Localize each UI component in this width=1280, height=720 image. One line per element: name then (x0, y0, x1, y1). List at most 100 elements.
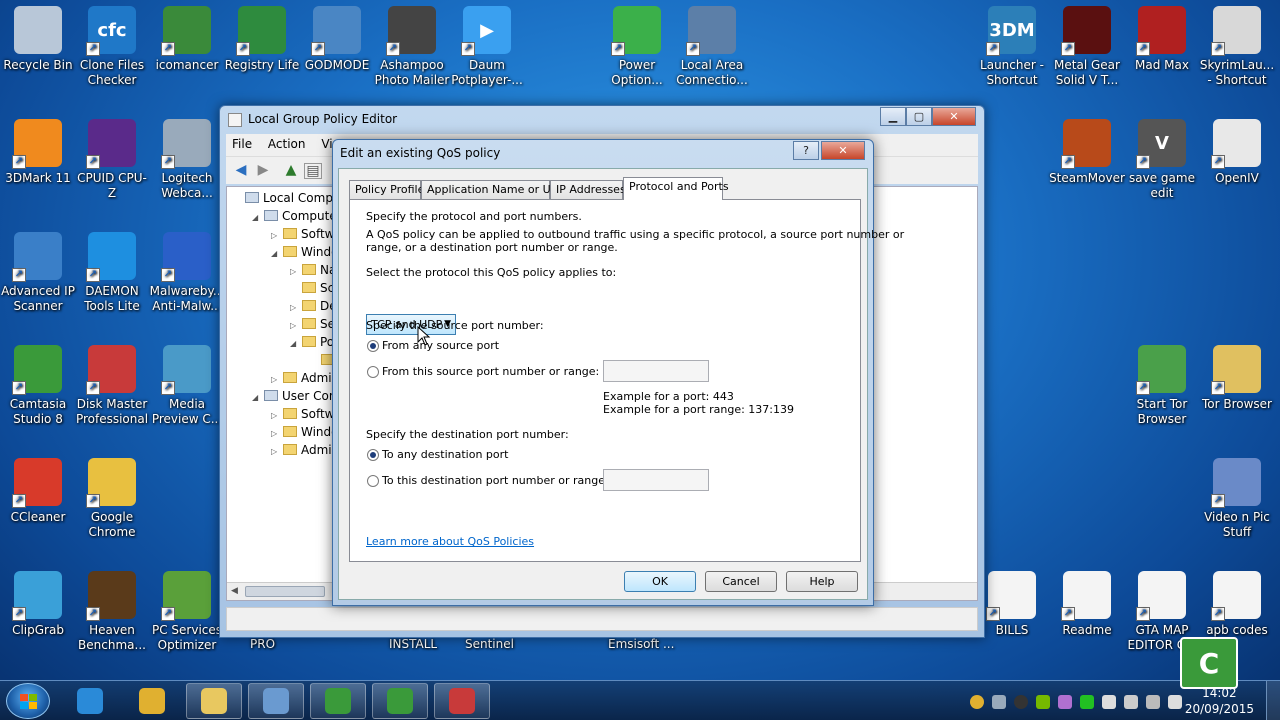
desktop-icon-gta-save[interactable]: V ↗ save game edit (1124, 119, 1200, 201)
learn-more-link[interactable]: Learn more about QoS Policies (366, 535, 534, 548)
collapse-arrow-icon[interactable]: ◢ (271, 245, 281, 263)
menu-file[interactable]: File (226, 134, 258, 154)
forward-icon[interactable]: ▶ (254, 163, 272, 179)
collapse-arrow-icon[interactable]: ◢ (252, 209, 262, 227)
chrome-tray-icon[interactable] (970, 695, 984, 709)
start-button[interactable] (6, 683, 50, 719)
desktop-icon-readme[interactable]: ↗ Readme (1049, 571, 1125, 638)
desktop-icon-recycle-bin[interactable]: Recycle Bin (0, 6, 76, 73)
desktop-icon-mad-max[interactable]: ↗ Mad Max (1124, 6, 1200, 73)
desktop-icon-ccleaner[interactable]: ↗ CCleaner (0, 458, 76, 525)
steam-tray-icon[interactable] (1014, 695, 1028, 709)
desktop-icon-partial-label[interactable]: PRO (250, 637, 275, 652)
tree-node[interactable]: ▷Dep (290, 297, 333, 315)
up-folder-icon[interactable]: ▲ (282, 163, 300, 179)
tab-ip-addresses[interactable]: IP Addresses (550, 180, 626, 199)
tab-protocol-and-ports[interactable]: Protocol and Ports (623, 177, 729, 200)
taskbar-button-chrome[interactable] (124, 683, 180, 719)
maximize-button[interactable]: ▢ (906, 107, 932, 126)
collapse-arrow-icon[interactable]: ◢ (290, 335, 300, 353)
volume-tray-icon[interactable] (1168, 695, 1182, 709)
desktop-icon-logitech[interactable]: ↗ Logitech Webca... (149, 119, 225, 201)
desktop-icon-icomancer[interactable]: ↗ icomancer (149, 6, 225, 73)
taskbar-button-camtasia2[interactable] (372, 683, 428, 719)
nvidia-tray-icon[interactable] (1036, 695, 1050, 709)
tree-node[interactable]: ▷Adminis (271, 441, 333, 459)
desktop-icon-chrome[interactable]: ↗ Google Chrome (74, 458, 150, 540)
dest-port-input[interactable] (603, 469, 709, 491)
taskbar-button-toolbox[interactable] (434, 683, 490, 719)
desktop-icon-launcher[interactable]: 3DM ↗ Launcher - Shortcut (974, 6, 1050, 88)
desktop-icon-malwarebytes[interactable]: ↗ Malwareby... Anti-Malw... (149, 232, 225, 314)
tree-node[interactable]: ◢ Window (271, 243, 333, 261)
source-any-radio[interactable] (367, 340, 379, 352)
tree-node[interactable]: ▷Softwar (271, 405, 333, 423)
dialog-help-icon[interactable]: ? (793, 141, 819, 160)
taskbar-button-camtasia1[interactable] (310, 683, 366, 719)
dest-any-label[interactable]: To any destination port (382, 448, 508, 461)
source-any-label[interactable]: From any source port (382, 339, 499, 352)
tree-node[interactable]: ▷Adminis (271, 369, 333, 387)
desktop-icon-partial-label[interactable]: Emsisoft ... (608, 637, 674, 652)
feather-tray-icon[interactable] (1058, 695, 1072, 709)
dest-specific-radio[interactable] (367, 475, 379, 487)
desktop-icon-disk-master[interactable]: ↗ Disk Master Professional (74, 345, 150, 427)
tree-node[interactable]: ▷Secu (290, 315, 333, 333)
minimize-button[interactable]: ▁ (880, 107, 906, 126)
taskbar-button-mmc[interactable] (248, 683, 304, 719)
desktop-icon-pc-services[interactable]: ↗ PC Services Optimizer (149, 571, 225, 653)
desktop-icon-video-pic[interactable]: ↗ Video n Pic Stuff (1199, 458, 1275, 540)
tree-node[interactable]: ◢ Computer C (252, 207, 333, 225)
desktop-icon-partial-label[interactable]: INSTALL (389, 637, 437, 652)
desktop-icon-skyrim[interactable]: ↗ SkyrimLau... - Shortcut (1199, 6, 1275, 88)
dialog-close-button[interactable]: ✕ (821, 141, 865, 160)
desktop-icon-openiv[interactable]: ↗ OpenIV (1199, 119, 1275, 186)
dest-any-radio[interactable] (367, 449, 379, 461)
desktop-icon-3dmark[interactable]: ↗ 3DMark 11 (0, 119, 76, 186)
tab-application-name[interactable]: Application Name or URL (421, 180, 564, 199)
source-specific-radio[interactable] (367, 366, 379, 378)
desktop-icon-ashampoo[interactable]: ↗ Ashampoo Photo Mailer (374, 6, 450, 88)
desktop-icon-heaven[interactable]: ↗ Heaven Benchma... (74, 571, 150, 653)
tree-node[interactable]: ◢Polic (290, 333, 333, 351)
expand-arrow-icon[interactable]: ▷ (271, 443, 281, 461)
scroll-left-icon[interactable]: ◀ (231, 586, 238, 596)
green-tray-icon[interactable] (1080, 695, 1094, 709)
help-button[interactable]: Help (786, 571, 858, 592)
ok-button[interactable]: OK (624, 571, 696, 592)
close-button[interactable]: ✕ (932, 107, 976, 126)
flag-tray-icon[interactable] (1102, 695, 1116, 709)
settings-tray-icon[interactable] (992, 695, 1006, 709)
desktop-icon-clipgrab[interactable]: ↗ ClipGrab (0, 571, 76, 638)
desktop-icon-media-preview[interactable]: ↗ Media Preview C... (149, 345, 225, 427)
collapse-arrow-icon[interactable]: ◢ (252, 389, 262, 407)
desktop-icon-partial-label[interactable]: Sentinel (465, 637, 514, 652)
desktop-icon-camtasia[interactable]: ↗ Camtasia Studio 8 (0, 345, 76, 427)
desktop-icon-power-option[interactable]: ↗ Power Option... (599, 6, 675, 88)
desktop-icon-daum[interactable]: ▶ ↗ Daum Potplayer-... (449, 6, 525, 88)
show-hide-tree-icon[interactable]: ▤ (304, 163, 322, 179)
source-port-input[interactable] (603, 360, 709, 382)
taskbar-button-ie[interactable] (62, 683, 118, 719)
tab-policy-profile[interactable]: Policy Profile (349, 180, 424, 199)
cancel-button[interactable]: Cancel (705, 571, 777, 592)
desktop-icon-tor-browser[interactable]: ↗ Tor Browser (1199, 345, 1275, 412)
tree-node[interactable]: ▷Window (271, 423, 333, 441)
network-tray-icon[interactable] (1146, 695, 1160, 709)
tree-node[interactable]: Scrip (290, 279, 333, 297)
desktop-icon-clone-files[interactable]: cfc ↗ Clone Files Checker (74, 6, 150, 88)
desktop-icon-bills[interactable]: ↗ BILLS (974, 571, 1050, 638)
desktop-icon-daemon[interactable]: ↗ DAEMON Tools Lite (74, 232, 150, 314)
show-desktop-button[interactable] (1266, 681, 1280, 720)
tree-node[interactable]: ▷Softwar (271, 225, 333, 243)
desktop-icon-tor-start[interactable]: ↗ Start Tor Browser (1124, 345, 1200, 427)
tree-node[interactable]: Local Compute (233, 189, 333, 207)
power-tray-icon[interactable] (1124, 695, 1138, 709)
desktop-icon-steammover[interactable]: ↗ SteamMover (1049, 119, 1125, 186)
source-specific-label[interactable]: From this source port number or range: (382, 365, 599, 378)
desktop-icon-local-area[interactable]: ↗ Local Area Connectio... (674, 6, 750, 88)
back-icon[interactable]: ◀ (232, 163, 250, 179)
tree-node[interactable]: ◢ User Config (252, 387, 333, 405)
menu-action[interactable]: Action (262, 134, 312, 154)
desktop-icon-advanced-ip[interactable]: ↗ Advanced IP Scanner (0, 232, 76, 314)
